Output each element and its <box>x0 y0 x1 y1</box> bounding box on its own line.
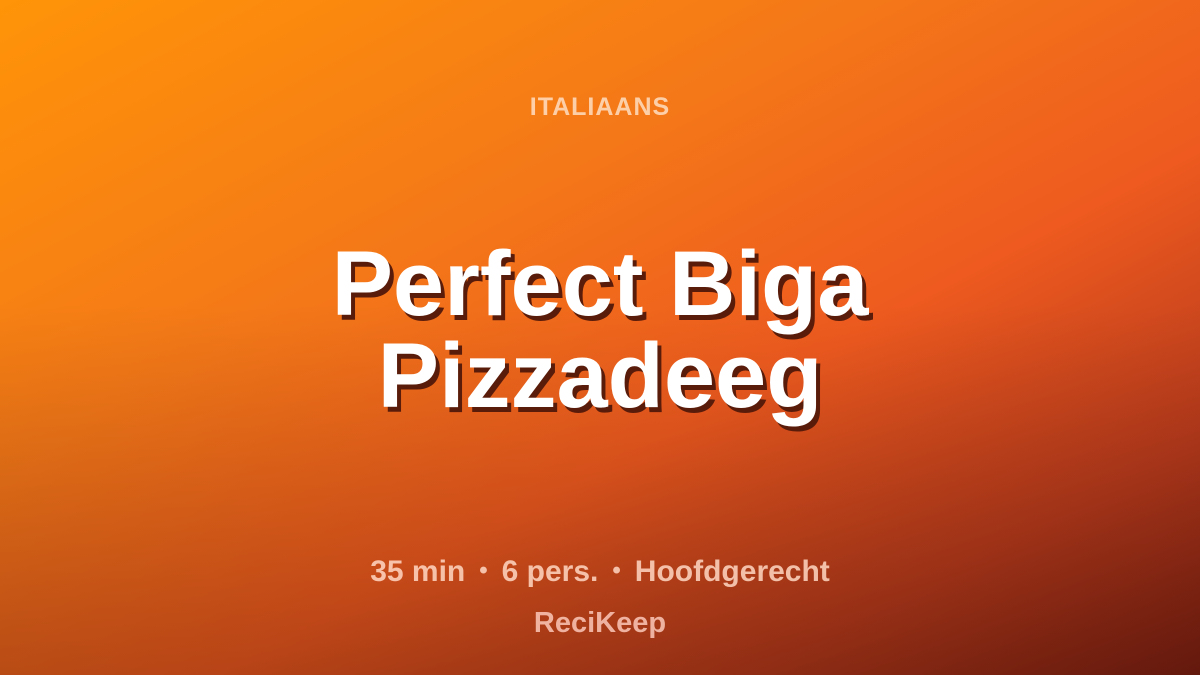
meta-separator: • <box>612 557 621 584</box>
recipe-title-line-1: Perfect Biga <box>331 233 869 335</box>
meta-separator: • <box>479 557 488 584</box>
recipe-course: Hoofdgerecht <box>634 555 830 588</box>
recipe-time: 35 min <box>370 555 466 588</box>
recipe-servings: 6 pers. <box>501 555 599 588</box>
recipe-title: Perfect Biga Pizzadeeg <box>0 238 1200 422</box>
recipe-category: ITALIAANS <box>529 93 671 121</box>
recipe-meta: 35 min • 6 pers. • Hoofdgerecht <box>0 555 1200 589</box>
brand-name: ReciKeep <box>533 607 667 639</box>
recipe-title-line-2: Pizzadeeg <box>377 325 823 427</box>
